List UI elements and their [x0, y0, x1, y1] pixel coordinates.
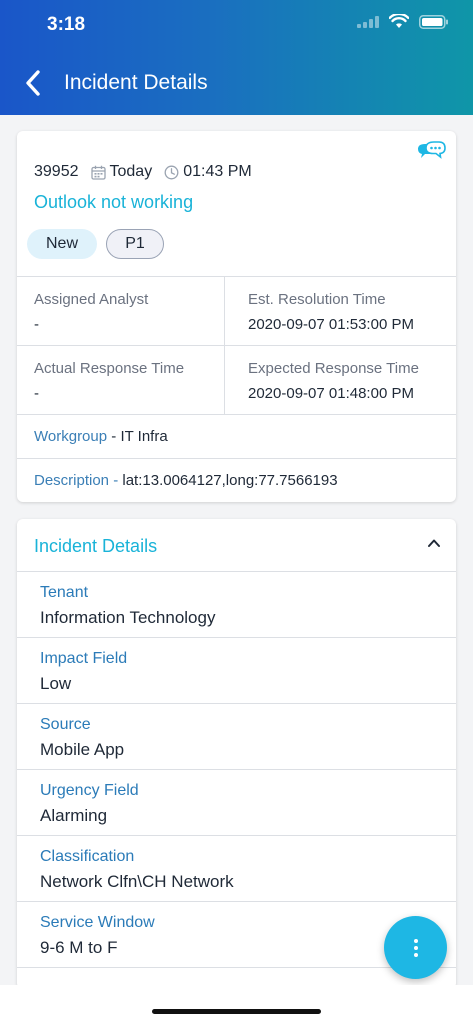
incident-title: Outlook not working	[34, 192, 194, 212]
workgroup-row: Workgroup - IT Infra	[34, 428, 168, 445]
incident-meta: 39952 Today 01:43 PM	[34, 163, 252, 181]
expected-response-label: Expected Response Time	[248, 360, 419, 377]
field-classification: Classification Network Clfn\CH Network	[17, 835, 456, 901]
chat-icon[interactable]	[416, 140, 446, 162]
assigned-analyst-label: Assigned Analyst	[34, 291, 149, 308]
details-section-header[interactable]: Incident Details	[17, 519, 456, 572]
field-tenant: Tenant Information Technology	[17, 571, 456, 637]
more-vertical-icon-dot	[413, 952, 418, 957]
expected-response-value: 2020-09-07 01:48:00 PM	[248, 385, 414, 402]
est-resolution-label: Est. Resolution Time	[248, 291, 386, 308]
field-value: Information Technology	[40, 608, 216, 627]
clock-icon	[164, 165, 179, 179]
page-title: Incident Details	[64, 71, 208, 94]
status-badge: New	[27, 229, 97, 259]
est-resolution-value: 2020-09-07 01:53:00 PM	[248, 316, 414, 333]
actual-response-value: -	[34, 385, 39, 402]
field-value: Mobile App	[40, 740, 125, 759]
incident-date: Today	[109, 163, 153, 180]
description-row: Description - lat:13.0064127,long:77.756…	[34, 472, 338, 489]
chevron-up-icon[interactable]	[426, 535, 442, 551]
back-arrow-icon[interactable]	[22, 68, 46, 98]
incident-details-card: Incident Details Tenant Information Tech…	[17, 519, 456, 989]
divider	[17, 276, 456, 277]
more-actions-button[interactable]	[384, 916, 447, 979]
field-impact: Impact Field Low	[17, 637, 456, 703]
divider	[224, 276, 225, 414]
field-label: Source	[40, 716, 91, 733]
incident-time: 01:43 PM	[183, 163, 252, 180]
field-source: Source Mobile App	[17, 703, 456, 769]
field-value: Network Clfn\CH Network	[40, 872, 234, 891]
home-indicator[interactable]	[152, 1009, 321, 1014]
divider	[17, 458, 456, 459]
divider	[17, 345, 456, 346]
more-vertical-icon	[413, 938, 418, 943]
description-label: Description	[34, 472, 110, 489]
field-label: Classification	[40, 848, 135, 865]
description-separator: -	[109, 472, 123, 489]
section-title: Incident Details	[34, 536, 158, 556]
actual-response-label: Actual Response Time	[34, 360, 185, 377]
field-value: 9-6 M to F	[40, 938, 118, 957]
status-icons	[357, 14, 449, 29]
field-value: Alarming	[40, 806, 108, 825]
description-value: lat:13.0064127,long:77.7566193	[122, 472, 338, 489]
workgroup-label: Workgroup	[34, 428, 108, 445]
home-indicator-area	[0, 985, 473, 1024]
field-label: Tenant	[40, 584, 89, 601]
signal-icon	[357, 15, 379, 28]
assigned-analyst-value: -	[34, 316, 39, 333]
workgroup-separator: -	[107, 428, 121, 445]
incident-summary-card: 39952 Today 01:43 PM Outlook not working…	[17, 131, 456, 502]
field-label: Impact Field	[40, 650, 128, 667]
divider	[17, 414, 456, 415]
calendar-icon	[90, 165, 106, 180]
field-urgency: Urgency Field Alarming	[17, 769, 456, 835]
priority-badge: P1	[106, 229, 164, 259]
field-label: Urgency Field	[40, 782, 139, 799]
battery-icon	[419, 14, 448, 29]
status-time: 3:18	[47, 14, 86, 35]
more-vertical-icon-dot	[413, 945, 418, 950]
field-value: Low	[40, 674, 72, 693]
incident-id: 39952	[34, 163, 79, 180]
app-header: 3:18 Incident Details	[0, 0, 473, 115]
workgroup-value: IT Infra	[120, 428, 168, 445]
field-label: Service Window	[40, 914, 155, 931]
wifi-icon	[389, 14, 409, 28]
